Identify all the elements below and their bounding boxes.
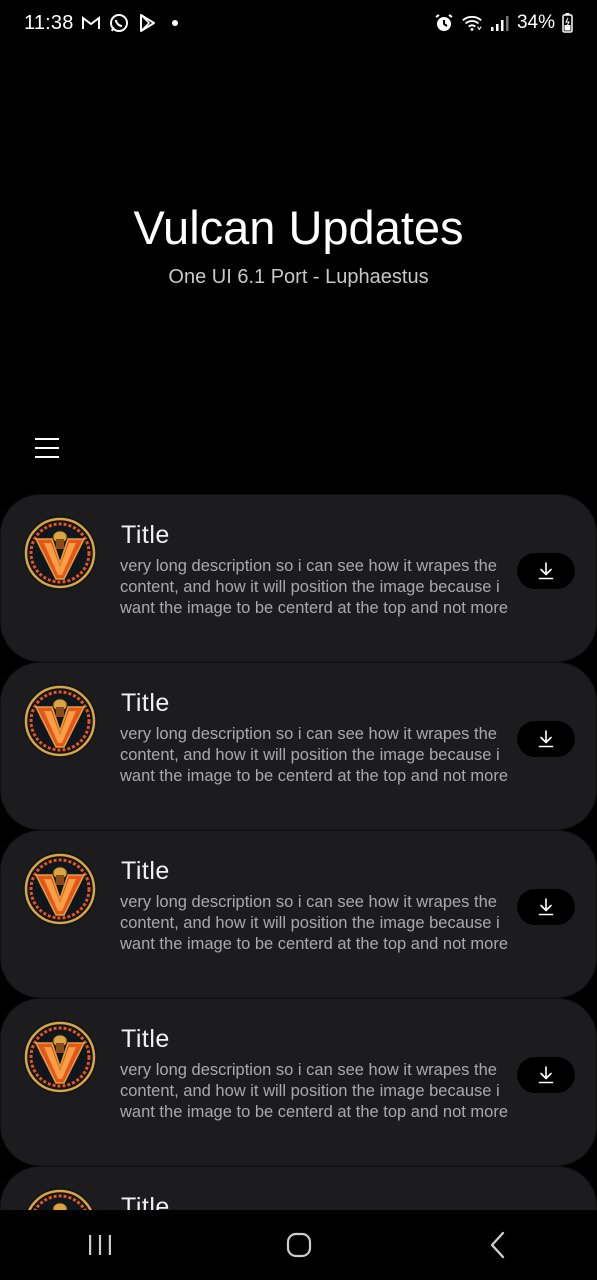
card-description: very long description so i can see how i… [120, 893, 508, 953]
status-time: 11:38 [24, 11, 74, 34]
download-icon [538, 1066, 554, 1084]
status-bar: 11:38 34% [0, 0, 597, 46]
card-title: Title [121, 689, 170, 717]
card-title: Title [121, 521, 170, 549]
download-button[interactable] [517, 889, 575, 925]
app-subtitle: One UI 6.1 Port - Luphaestus [168, 266, 429, 288]
battery-icon [561, 12, 573, 34]
recents-icon [88, 1235, 111, 1255]
download-icon [538, 562, 554, 580]
vulcan-logo-icon [22, 851, 98, 927]
update-card[interactable]: Title very long description so i can see… [0, 494, 597, 662]
update-card[interactable]: Title very long description so i can see… [0, 1166, 597, 1210]
dot-icon [164, 12, 186, 34]
vulcan-logo-icon [22, 683, 98, 759]
app-title: Vulcan Updates [133, 201, 464, 254]
home-button[interactable] [269, 1220, 329, 1270]
card-description: very long description so i can see how i… [120, 1061, 508, 1121]
signal-icon [489, 12, 511, 34]
download-button[interactable] [517, 1057, 575, 1093]
download-icon [538, 898, 554, 916]
update-card[interactable]: Title very long description so i can see… [0, 662, 597, 830]
update-card[interactable]: Title very long description so i can see… [0, 998, 597, 1166]
download-button[interactable] [517, 553, 575, 589]
vulcan-logo-icon [22, 515, 98, 591]
card-title: Title [121, 1193, 170, 1210]
wifi-icon [461, 12, 483, 34]
home-icon [286, 1232, 311, 1258]
vulcan-logo-icon [22, 1187, 98, 1210]
recents-button[interactable] [70, 1220, 130, 1270]
status-right: 34% [433, 12, 573, 34]
card-description: very long description so i can see how i… [120, 557, 508, 617]
back-button[interactable] [468, 1220, 528, 1270]
status-left: 11:38 [24, 12, 186, 35]
updates-list[interactable]: Title very long description so i can see… [0, 494, 597, 1210]
hamburger-menu-button[interactable] [30, 432, 64, 464]
download-icon [538, 730, 554, 748]
card-title: Title [121, 857, 170, 885]
gmail-icon [80, 12, 102, 34]
alarm-icon [433, 12, 455, 34]
card-description: very long description so i can see how i… [120, 725, 508, 785]
battery-percent: 34% [516, 12, 555, 33]
screen: 11:38 34% Vulcan Updates One UI 6.1 Port… [0, 0, 597, 1280]
hamburger-menu-icon [35, 438, 59, 458]
nav-bar [0, 1210, 597, 1280]
vulcan-logo-icon [22, 1019, 98, 1095]
card-title: Title [121, 1025, 170, 1053]
download-button[interactable] [517, 721, 575, 757]
update-card[interactable]: Title very long description so i can see… [0, 830, 597, 998]
back-icon [490, 1231, 504, 1259]
play-store-icon [136, 12, 158, 34]
whatsapp-icon [108, 12, 130, 34]
